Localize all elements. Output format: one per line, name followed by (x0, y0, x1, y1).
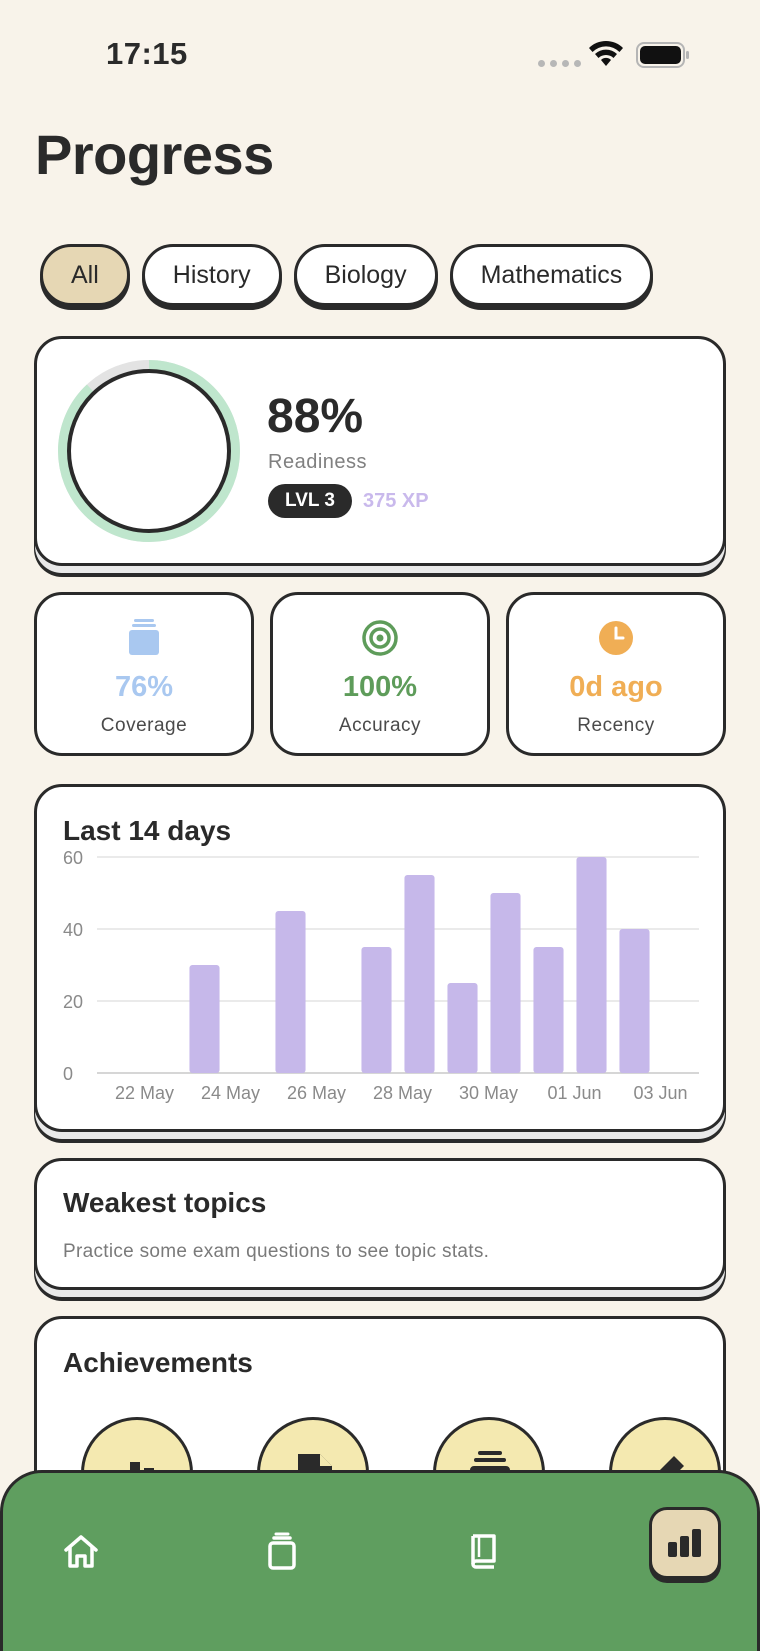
recency-card: 0d ago Recency (506, 592, 726, 756)
weakest-title: Weakest topics (63, 1187, 267, 1218)
readiness-value: 88% (267, 390, 364, 443)
weakest-topics-card: Weakest topics Practice some exam questi… (34, 1158, 726, 1290)
xp-text: 375 XP (363, 490, 429, 512)
filter-chip-history[interactable]: History (141, 244, 282, 306)
chart-bar (361, 947, 392, 1073)
chart-bar (275, 911, 306, 1073)
accuracy-value: 100% (342, 671, 418, 703)
stats-icon (668, 1529, 701, 1557)
filter-chip-all[interactable]: All (40, 244, 130, 306)
page-title: Progress (35, 123, 274, 186)
chart-bar (189, 965, 220, 1073)
chart-bar (533, 947, 564, 1073)
x-tick-label: 03 Jun (633, 1083, 687, 1103)
stack-icon (129, 619, 159, 655)
tab-cards[interactable] (254, 1523, 310, 1579)
readiness-label: Readiness (268, 451, 368, 473)
x-tick-label: 30 May (459, 1083, 518, 1103)
x-tick-label: 01 Jun (547, 1083, 601, 1103)
tab-bar (0, 1470, 760, 1651)
x-tick-label: 24 May (201, 1083, 260, 1103)
cards-icon (268, 1532, 296, 1570)
activity-bar-chart: 0 20 40 60 22 May 24 May 26 May 28 May 30 May 01 … (63, 848, 699, 1103)
status-time: 17:15 (106, 36, 188, 71)
recency-value: 0d ago (569, 671, 663, 703)
readiness-ring (58, 360, 240, 542)
filter-chip-mathematics[interactable]: Mathematics (449, 244, 654, 306)
status-bar: 17:15 (0, 0, 760, 100)
target-icon (362, 620, 398, 656)
y-tick-label: 60 (63, 848, 83, 868)
tab-library[interactable] (455, 1523, 511, 1579)
book-icon (471, 1534, 496, 1569)
coverage-value: 76% (114, 671, 174, 703)
y-tick-label: 0 (63, 1064, 73, 1084)
y-tick-label: 20 (63, 992, 83, 1012)
wifi-icon (589, 40, 623, 66)
accuracy-label: Accuracy (338, 715, 422, 736)
chart-bar (619, 929, 650, 1073)
chart-bar (490, 893, 521, 1073)
x-tick-label: 26 May (287, 1083, 346, 1103)
filter-chip-biology[interactable]: Biology (293, 244, 438, 306)
tab-home[interactable] (53, 1523, 109, 1579)
signal-icon (538, 60, 581, 67)
chart-bar (447, 983, 478, 1073)
home-icon (64, 1535, 98, 1568)
battery-icon (636, 42, 689, 68)
tab-progress[interactable] (649, 1507, 721, 1579)
coverage-card: 76% Coverage (34, 592, 254, 756)
y-tick-label: 40 (63, 920, 83, 940)
x-tick-label: 22 May (115, 1083, 174, 1103)
recency-label: Recency (577, 715, 655, 736)
chart-bar (404, 875, 435, 1073)
clock-icon (599, 621, 633, 655)
achievements-title: Achievements (63, 1347, 253, 1378)
filter-chips: All History Biology Mathematics (40, 244, 654, 306)
coverage-label: Coverage (100, 715, 188, 736)
accuracy-card: 100% Accuracy (270, 592, 490, 756)
readiness-card: 88% Readiness LVL 3 375 XP (34, 336, 726, 566)
level-badge: LVL 3 (268, 484, 352, 518)
x-tick-label: 28 May (373, 1083, 432, 1103)
activity-chart-card: Last 14 days 0 20 40 60 22 May 24 May 26 May 28… (34, 784, 726, 1132)
chart-bar (576, 857, 607, 1073)
weakest-message: Practice some exam questions to see topi… (63, 1241, 490, 1262)
